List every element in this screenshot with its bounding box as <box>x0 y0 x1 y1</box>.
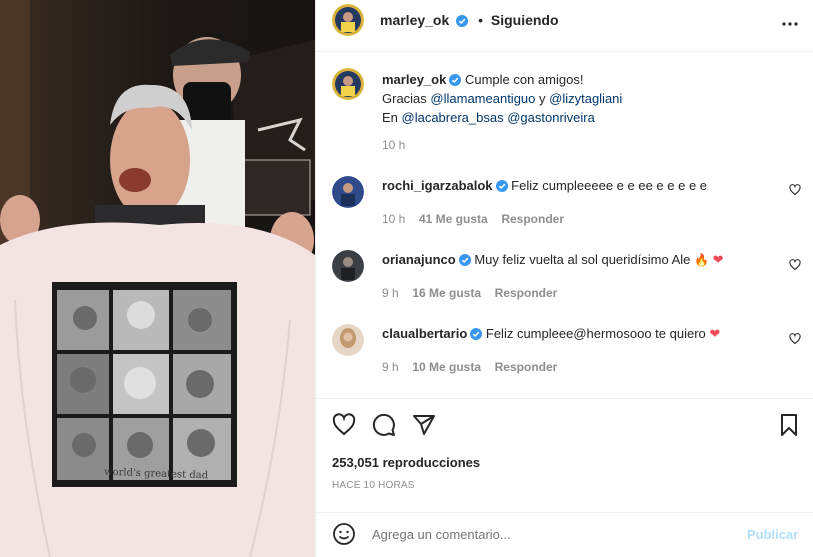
verified-icon <box>470 328 483 340</box>
comment-time[interactable]: 9 h <box>382 360 399 374</box>
reply-button[interactable]: Responder <box>501 212 564 226</box>
comment-meta: 10 h 41 Me gusta Responder <box>382 211 564 226</box>
comment-meta: 9 h 10 Me gusta Responder <box>382 359 557 374</box>
bookmark-icon[interactable] <box>777 413 801 440</box>
mention-link[interactable]: @gastonriveira <box>507 110 595 125</box>
comment-likes[interactable]: 41 Me gusta <box>419 212 488 226</box>
actions-divider <box>316 398 813 399</box>
comment-line: rochi_igarzabalok Feliz cumpleeeee e e e… <box>382 178 707 193</box>
red-heart-emoji: ❤ <box>709 326 721 341</box>
comment-avatar[interactable] <box>332 250 364 282</box>
fire-emoji: 🔥 <box>693 253 709 267</box>
comment-like-heart-icon[interactable] <box>789 259 801 274</box>
publish-button[interactable]: Publicar <box>747 527 798 542</box>
emoji-icon[interactable] <box>332 522 356 549</box>
comment-icon[interactable] <box>372 413 396 440</box>
caption-text: En <box>382 110 402 125</box>
caption-text: y <box>535 91 550 106</box>
verified-icon <box>456 15 469 27</box>
caption-username[interactable]: marley_ok <box>382 72 446 87</box>
comment-like-heart-icon[interactable] <box>789 333 801 348</box>
follow-status-button[interactable]: Siguiendo <box>491 12 559 28</box>
post-header: marley_ok • Siguiendo <box>316 0 813 52</box>
comment-meta: 9 h 16 Me gusta Responder <box>382 285 557 300</box>
post-date[interactable]: HACE 10 HORAS <box>332 480 415 491</box>
caption-text: Gracias <box>382 91 431 106</box>
red-heart-emoji: ❤ <box>712 252 724 267</box>
caption-text: Cumple con amigos! <box>464 72 584 87</box>
mention-link[interactable]: @lizytagliani <box>549 91 622 106</box>
comment-username[interactable]: orianajunco <box>382 252 456 267</box>
reply-button[interactable]: Responder <box>495 360 558 374</box>
verified-icon <box>458 254 471 266</box>
post-panel: marley_ok • Siguiendo marley_ok Cumple c… <box>315 0 813 557</box>
comment-line: claualbertario Feliz cumpleee@hermosooo … <box>382 326 720 342</box>
comment-username[interactable]: rochi_igarzabalok <box>382 178 493 193</box>
mention-link[interactable]: @lacabrera_bsas <box>402 110 504 125</box>
caption: marley_ok Cumple con amigos! Gracias @ll… <box>382 70 792 127</box>
header-separator: • <box>478 12 483 28</box>
comment-likes[interactable]: 10 Me gusta <box>412 360 481 374</box>
comment-time[interactable]: 9 h <box>382 286 399 300</box>
post-video[interactable]: world's greatest dad <box>0 0 315 557</box>
avatar[interactable] <box>332 4 364 36</box>
comment-divider <box>316 512 813 513</box>
comment-time[interactable]: 10 h <box>382 212 405 226</box>
comment-likes[interactable]: 16 Me gusta <box>412 286 481 300</box>
verified-icon <box>495 180 508 192</box>
more-horizontal-icon[interactable] <box>778 12 802 39</box>
verified-icon <box>449 74 462 86</box>
comment-avatar[interactable] <box>332 324 364 356</box>
comment-avatar[interactable] <box>332 176 364 208</box>
reply-button[interactable]: Responder <box>495 286 558 300</box>
comment-username[interactable]: claualbertario <box>382 326 467 341</box>
heart-icon[interactable] <box>332 413 356 440</box>
comment-text: Muy feliz vuelta al sol queridísimo Ale <box>474 252 691 267</box>
header-username[interactable]: marley_ok <box>380 12 449 28</box>
views-count[interactable]: 253,051 reproducciones <box>332 455 480 470</box>
comment-input[interactable] <box>372 524 732 544</box>
caption-time[interactable]: 10 h <box>382 138 405 152</box>
caption-avatar[interactable] <box>332 68 364 100</box>
comment-text: Feliz cumpleee@hermosooo te quiero <box>485 326 706 341</box>
mention-link[interactable]: @llamameantiguo <box>430 91 535 106</box>
comment-text: Feliz cumpleeeee e e ee e e e e e <box>511 178 708 193</box>
comment-line: orianajunco Muy feliz vuelta al sol quer… <box>382 252 723 268</box>
comment-like-heart-icon[interactable] <box>789 184 801 199</box>
share-icon[interactable] <box>412 413 436 440</box>
